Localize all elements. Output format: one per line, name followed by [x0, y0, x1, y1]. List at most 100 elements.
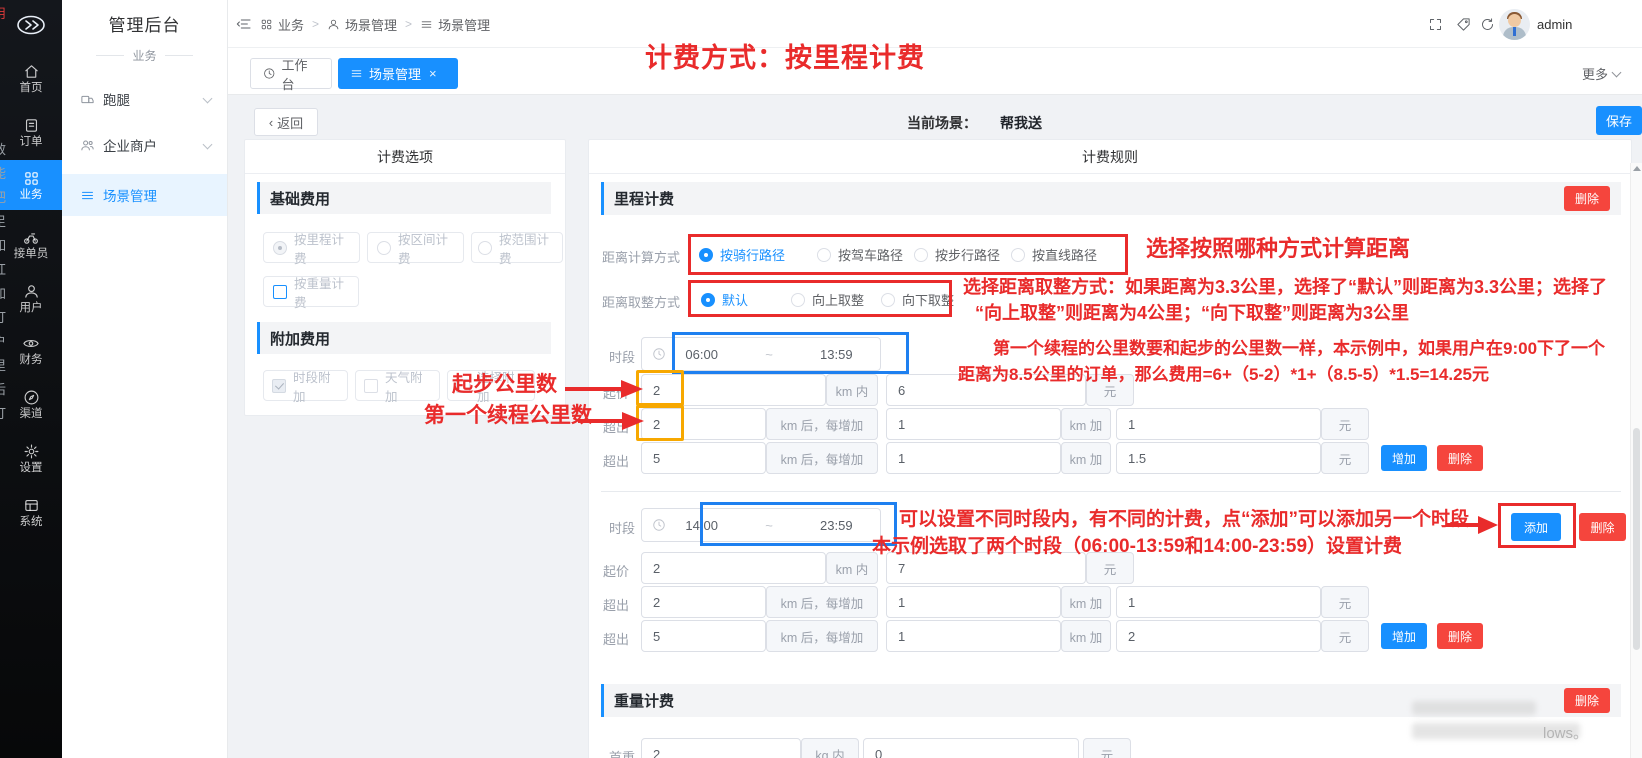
radio-mileage-billing[interactable]: 按里程计费 [263, 232, 360, 263]
chevron-down-icon [203, 94, 213, 104]
unit-label: kg 内 [801, 738, 859, 758]
radio-range-billing[interactable]: 按区间计费 [367, 232, 464, 263]
sidebar-item-label: 渠道 [20, 408, 43, 420]
row-label: 超出 [603, 451, 629, 470]
sidebar-item-label: 系统 [20, 516, 43, 528]
over-km-input[interactable]: 5 [641, 620, 766, 652]
divider [601, 491, 1621, 492]
dashboard-icon [263, 67, 276, 80]
annotation-box-add-button [1498, 503, 1576, 548]
scroll-up-arrow-icon[interactable] [1633, 166, 1641, 171]
eye-icon [22, 335, 40, 352]
breadcrumb-item-business[interactable]: 业务 [260, 15, 304, 34]
tab-label: 工作台 [282, 55, 320, 93]
sidebar-item-label: 财务 [20, 354, 43, 366]
sidebar-item-label: 用户 [20, 302, 43, 314]
unit-label: 元 [1321, 408, 1369, 440]
delete-period-button[interactable]: 删除 [1579, 513, 1626, 541]
delete-row-button[interactable]: 删除 [1437, 623, 1483, 649]
sidebar-item-system[interactable]: 系统 [0, 490, 62, 534]
refresh-icon[interactable] [1480, 17, 1495, 32]
watermark-text: lows。 [1543, 722, 1588, 743]
radio-area-billing[interactable]: 按范围计费 [471, 232, 563, 263]
delete-row-button[interactable]: 删除 [1437, 445, 1483, 471]
over-km-input[interactable]: 5 [641, 442, 766, 474]
unit-label: km 后，每增加 [766, 586, 878, 618]
back-button[interactable]: ‹ 返回 [254, 108, 318, 136]
annotation-first-next-km: 第一个续程公里数 [424, 399, 592, 429]
unit-label: km 后，每增加 [766, 408, 878, 440]
collapse-menu-icon[interactable] [236, 16, 252, 32]
fee-input[interactable]: 1 [1116, 408, 1321, 440]
option-label: 按重量计费 [294, 273, 349, 311]
unit-label: km 加 [1061, 442, 1111, 474]
sidebar-item-label: 首页 [20, 82, 43, 94]
add-row-button[interactable]: 增加 [1381, 623, 1427, 649]
annotation-box-round-method [688, 280, 952, 317]
annotation-box-time-range-1 [672, 332, 909, 374]
blurred-watermark [1412, 701, 1536, 715]
vertical-scrollbar[interactable] [1630, 163, 1642, 758]
breadcrumb-label: 场景管理 [438, 15, 490, 34]
submenu-item-scene-management[interactable]: 场景管理 [62, 174, 227, 216]
annotation-box-calc-method [688, 234, 1128, 275]
radio-icon [273, 241, 287, 255]
first-weight-input[interactable]: 2 [641, 738, 801, 758]
tab-bar: 工作台 场景管理 × 更多 [228, 48, 1642, 95]
grid-icon [260, 18, 273, 31]
scrollbar-thumb[interactable] [1633, 428, 1640, 650]
delete-mileage-section-button[interactable]: 删除 [1564, 186, 1610, 211]
per-km-input[interactable]: 1 [886, 408, 1061, 440]
chevron-down-icon [1612, 67, 1622, 77]
annotation-round-note-1: 选择距离取整方式：如果距离为3.3公里，选择了“默认”则距离为3.3公里；选择了 [963, 273, 1607, 299]
first-weight-fee-input[interactable]: 0 [863, 738, 1079, 758]
panel-title: 计费规则 [589, 140, 1631, 174]
fee-input[interactable]: 1.5 [1116, 442, 1321, 474]
current-scene-label: 当前场景： [907, 113, 977, 133]
sidebar-item-settings[interactable]: 设置 [0, 436, 62, 480]
add-row-button[interactable]: 增加 [1381, 445, 1427, 471]
annotation-billing-mode: 计费方式：按里程计费 [645, 36, 925, 75]
fee-input[interactable]: 1 [1116, 586, 1321, 618]
breadcrumb-item-scene[interactable]: 场景管理 [327, 15, 397, 34]
submenu-item-errand[interactable]: 跑腿 [62, 78, 227, 120]
top-header: 业务 > 场景管理 > 场景管理 admin [228, 0, 1642, 48]
billing-rules-panel: 计费规则 里程计费 删除 距离计算方式 按骑行路径 按驾车路径 按步行路径 按直… [588, 139, 1632, 758]
tab-scene-management[interactable]: 场景管理 × [338, 58, 458, 89]
secondary-sidebar: 管理后台 业务 跑腿 企业商户 场景管理 [62, 0, 228, 758]
more-button[interactable]: 更多 [1582, 64, 1620, 83]
unit-label: km 加 [1061, 586, 1111, 618]
checkbox-time-extra[interactable]: 时段附加 [263, 370, 348, 401]
list-icon [80, 188, 95, 203]
checkbox-weight-billing[interactable]: 按重量计费 [263, 276, 359, 307]
unit-label: km 内 [826, 374, 878, 406]
unit-label: km 后，每增加 [766, 620, 878, 652]
unit-label: km 加 [1061, 620, 1111, 652]
fee-input[interactable]: 2 [1116, 620, 1321, 652]
over-km-input[interactable]: 2 [641, 586, 766, 618]
breadcrumb-label: 业务 [278, 15, 304, 34]
fullscreen-icon[interactable] [1428, 17, 1443, 32]
checkbox-icon [272, 379, 286, 393]
section-mileage-billing: 里程计费 [601, 182, 1621, 215]
window-icon [23, 497, 40, 514]
per-km-input[interactable]: 1 [886, 586, 1061, 618]
tag-icon[interactable] [1456, 17, 1471, 32]
distance-calc-label: 距离计算方式 [602, 247, 680, 266]
checkbox-weather-extra[interactable]: 天气附加 [355, 370, 440, 401]
unit-label: km 加 [1061, 408, 1111, 440]
per-km-input[interactable]: 1 [886, 442, 1061, 474]
close-tab-icon[interactable]: × [429, 66, 437, 81]
avatar[interactable] [1499, 9, 1530, 40]
submenu-item-label: 场景管理 [103, 185, 157, 205]
base-km-input[interactable]: 2 [641, 552, 826, 584]
tab-workbench[interactable]: 工作台 [250, 58, 332, 89]
annotation-example-2: 距离为8.5公里的订单，那么费用=6+（5-2）*1+（8.5-5）*1.5=1… [958, 360, 1489, 385]
order-icon [23, 117, 40, 134]
save-button[interactable]: 保存 [1596, 106, 1642, 135]
clipped-edge-text: 用效能把足如红加订户里后订 [0, 2, 11, 426]
per-km-input[interactable]: 1 [886, 620, 1061, 652]
breadcrumb-item-scene-current[interactable]: 场景管理 [420, 15, 490, 34]
submenu-item-enterprise[interactable]: 企业商户 [62, 124, 227, 166]
delete-weight-section-button[interactable]: 删除 [1564, 688, 1610, 713]
